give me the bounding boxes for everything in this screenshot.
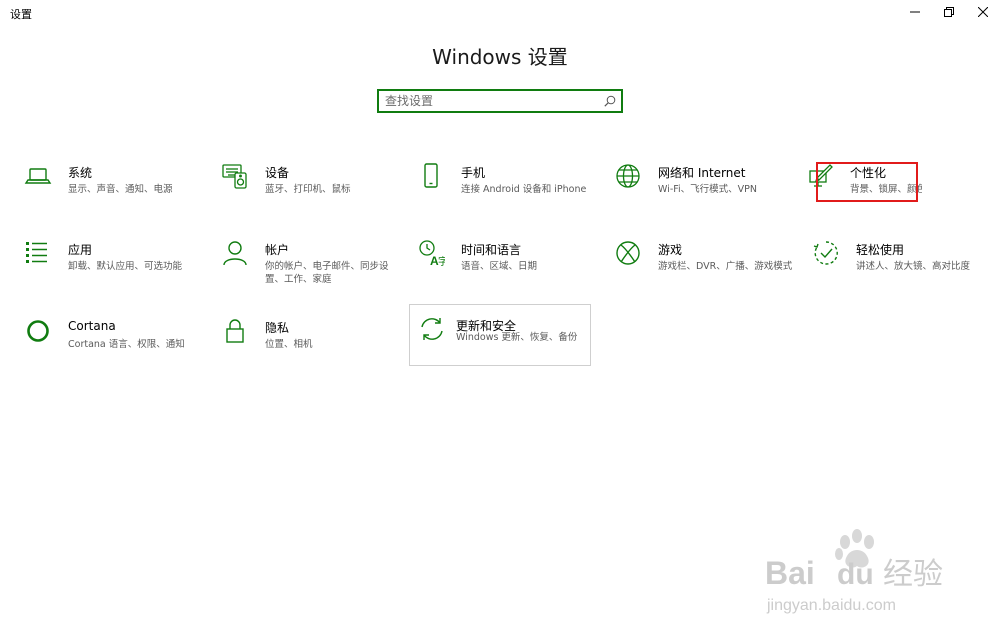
- laptop-icon: [24, 162, 52, 190]
- tile-apps[interactable]: 应用 卸载、默认应用、可选功能: [22, 235, 202, 295]
- watermark-brand-suffix: du: [837, 558, 874, 591]
- watermark-url: jingyan.baidu.com: [766, 597, 896, 614]
- tile-title: 游戏: [658, 243, 683, 257]
- tile-title: 系统: [68, 166, 93, 180]
- page-title: Windows 设置: [432, 45, 568, 69]
- watermark-label: 经验: [883, 557, 943, 592]
- close-button[interactable]: [966, 0, 1000, 24]
- tile-title: 手机: [461, 166, 486, 180]
- tile-ease-of-access[interactable]: 轻松使用 讲述人、放大镜、高对比度: [810, 235, 990, 295]
- phone-icon: [417, 162, 445, 190]
- tile-update-security[interactable]: 更新和安全 Windows 更新、恢复、备份: [409, 304, 591, 366]
- tile-title: 网络和 Internet: [658, 166, 746, 180]
- tile-description: Wi-Fi、飞行模式、VPN: [658, 184, 757, 195]
- minimize-button[interactable]: [898, 0, 932, 24]
- keyboard-speaker-icon: [221, 162, 249, 190]
- window-title: 设置: [10, 8, 32, 21]
- tile-description: Windows 更新、恢复、备份: [456, 332, 578, 343]
- tile-description: 位置、相机: [265, 339, 313, 350]
- restore-button[interactable]: [932, 0, 966, 24]
- ease-of-access-icon: [812, 239, 840, 267]
- tile-time-language[interactable]: A 字 时间和语言 语音、区域、日期: [415, 235, 595, 295]
- paw-logo: [835, 529, 874, 568]
- title-bar: 设置: [0, 0, 1000, 26]
- close-icon: [978, 7, 988, 17]
- search-input[interactable]: [385, 91, 595, 111]
- tile-description: 讲述人、放大镜、高对比度: [856, 261, 971, 272]
- highlight-box: [816, 162, 918, 202]
- tile-description: 游戏栏、DVR、广播、游戏模式: [658, 261, 793, 272]
- tile-title: 轻松使用: [856, 243, 905, 257]
- tile-accounts[interactable]: 帐户 你的帐户、电子邮件、同步设置、工作、家庭: [219, 235, 399, 295]
- tile-cortana[interactable]: Cortana Cortana 语言、权限、通知: [22, 313, 202, 373]
- apps-list-icon: [24, 239, 52, 267]
- tile-devices[interactable]: 设备 蓝牙、打印机、鼠标: [219, 158, 399, 218]
- tile-privacy[interactable]: 隐私 位置、相机: [219, 313, 399, 373]
- svg-text:字: 字: [438, 255, 445, 267]
- watermark-brand: Bai: [765, 555, 815, 591]
- tile-network[interactable]: 网络和 Internet Wi-Fi、飞行模式、VPN: [612, 158, 792, 218]
- tile-description: 连接 Android 设备和 iPhone: [461, 184, 587, 195]
- tile-title: 时间和语言: [461, 243, 522, 257]
- tile-gaming[interactable]: 游戏 游戏栏、DVR、广播、游戏模式: [612, 235, 792, 295]
- tile-description: 显示、声音、通知、电源: [68, 184, 173, 195]
- lock-icon: [221, 317, 249, 345]
- tile-system[interactable]: 系统 显示、声音、通知、电源: [22, 158, 202, 218]
- tile-description: 蓝牙、打印机、鼠标: [265, 184, 351, 195]
- restore-icon: [944, 7, 954, 17]
- search-box[interactable]: [377, 89, 623, 113]
- tile-description: Cortana 语言、权限、通知: [68, 339, 185, 350]
- tile-title: 隐私: [265, 321, 290, 335]
- xbox-icon: [614, 239, 642, 267]
- tile-description: 语音、区域、日期: [461, 261, 538, 272]
- tile-phone[interactable]: 手机 连接 Android 设备和 iPhone: [415, 158, 595, 218]
- cortana-icon: [24, 317, 52, 345]
- tile-description: 卸载、默认应用、可选功能: [68, 261, 183, 272]
- minimize-icon: [910, 11, 920, 13]
- tile-title: 帐户: [265, 243, 290, 257]
- time-language-icon: A 字: [417, 239, 445, 267]
- tile-title: Cortana: [68, 319, 116, 333]
- tile-description: 你的帐户、电子邮件、同步设置、工作、家庭: [265, 261, 389, 285]
- sync-icon: [418, 315, 446, 343]
- tile-title: 设备: [265, 166, 290, 180]
- window-controls: [898, 0, 1000, 24]
- search-icon[interactable]: [604, 95, 616, 107]
- tile-title: 应用: [68, 243, 93, 257]
- watermark: Bai du 经验 jingyan.baidu.com: [765, 526, 965, 626]
- person-icon: [221, 239, 249, 267]
- globe-icon: [614, 162, 642, 190]
